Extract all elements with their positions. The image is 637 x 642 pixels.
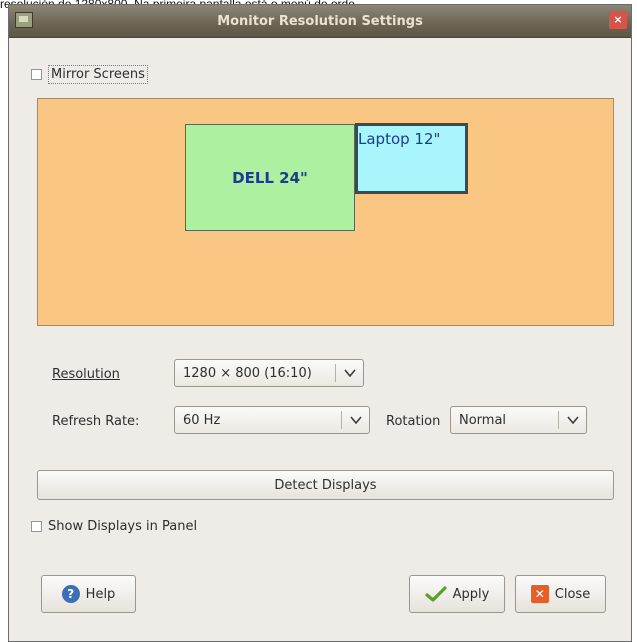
monitor-dell-label: DELL 24" xyxy=(232,168,308,187)
help-label: Help xyxy=(85,586,116,602)
monitor-layout-area[interactable]: DELL 24" Laptop 12" xyxy=(37,98,614,326)
display-icon xyxy=(15,12,33,28)
monitor-settings-dialog: Monitor Resolution Settings × Mirror Scr… xyxy=(8,4,632,642)
title-bar[interactable]: Monitor Resolution Settings × xyxy=(9,5,631,38)
refresh-rate-select[interactable]: 60 Hz xyxy=(174,406,370,434)
rotation-select[interactable]: Normal xyxy=(450,406,587,434)
help-button[interactable]: ? Help xyxy=(41,575,136,613)
detect-displays-label: Detect Displays xyxy=(274,477,377,493)
monitor-dell[interactable]: DELL 24" xyxy=(185,124,355,231)
close-icon: ✕ xyxy=(530,585,549,603)
checkmark-icon xyxy=(425,586,447,602)
apply-label: Apply xyxy=(452,586,490,602)
help-icon: ? xyxy=(61,585,80,603)
resolution-separator xyxy=(335,364,336,382)
show-in-panel-row[interactable]: Show Displays in Panel xyxy=(31,519,197,534)
mirror-screens-row[interactable]: Mirror Screens xyxy=(31,65,148,84)
rotation-value: Normal xyxy=(459,412,507,428)
monitor-laptop[interactable]: Laptop 12" xyxy=(355,123,468,194)
rotation-label: Rotation xyxy=(386,414,440,429)
resolution-label-text: Resolution xyxy=(52,367,120,382)
chevron-down-icon xyxy=(350,416,362,425)
mirror-screens-label[interactable]: Mirror Screens xyxy=(48,65,148,84)
refresh-rate-label: Refresh Rate: xyxy=(52,414,139,429)
chevron-down-icon xyxy=(567,416,579,425)
monitor-laptop-label: Laptop 12" xyxy=(358,130,441,148)
detect-displays-button[interactable]: Detect Displays xyxy=(37,470,614,500)
window-close-icon[interactable]: × xyxy=(609,11,627,29)
chevron-down-icon xyxy=(344,369,356,378)
close-button[interactable]: ✕ Close xyxy=(515,575,606,613)
refresh-rate-value: 60 Hz xyxy=(183,412,221,428)
refresh-rate-label-text: Refresh Rate: xyxy=(52,414,140,429)
show-in-panel-label[interactable]: Show Displays in Panel xyxy=(48,519,197,534)
close-label: Close xyxy=(554,586,591,602)
resolution-label: Resolution xyxy=(52,367,120,382)
rotation-label-text: Rotation xyxy=(386,414,441,429)
resolution-select[interactable]: 1280 × 800 (16:10) xyxy=(174,359,364,387)
refresh-rate-separator xyxy=(341,411,342,429)
mirror-screens-checkbox[interactable] xyxy=(31,69,42,80)
window-title: Monitor Resolution Settings xyxy=(217,13,423,29)
apply-button[interactable]: Apply xyxy=(409,575,505,613)
resolution-value: 1280 × 800 (16:10) xyxy=(183,365,312,381)
rotation-separator xyxy=(558,411,559,429)
show-in-panel-checkbox[interactable] xyxy=(31,521,42,532)
